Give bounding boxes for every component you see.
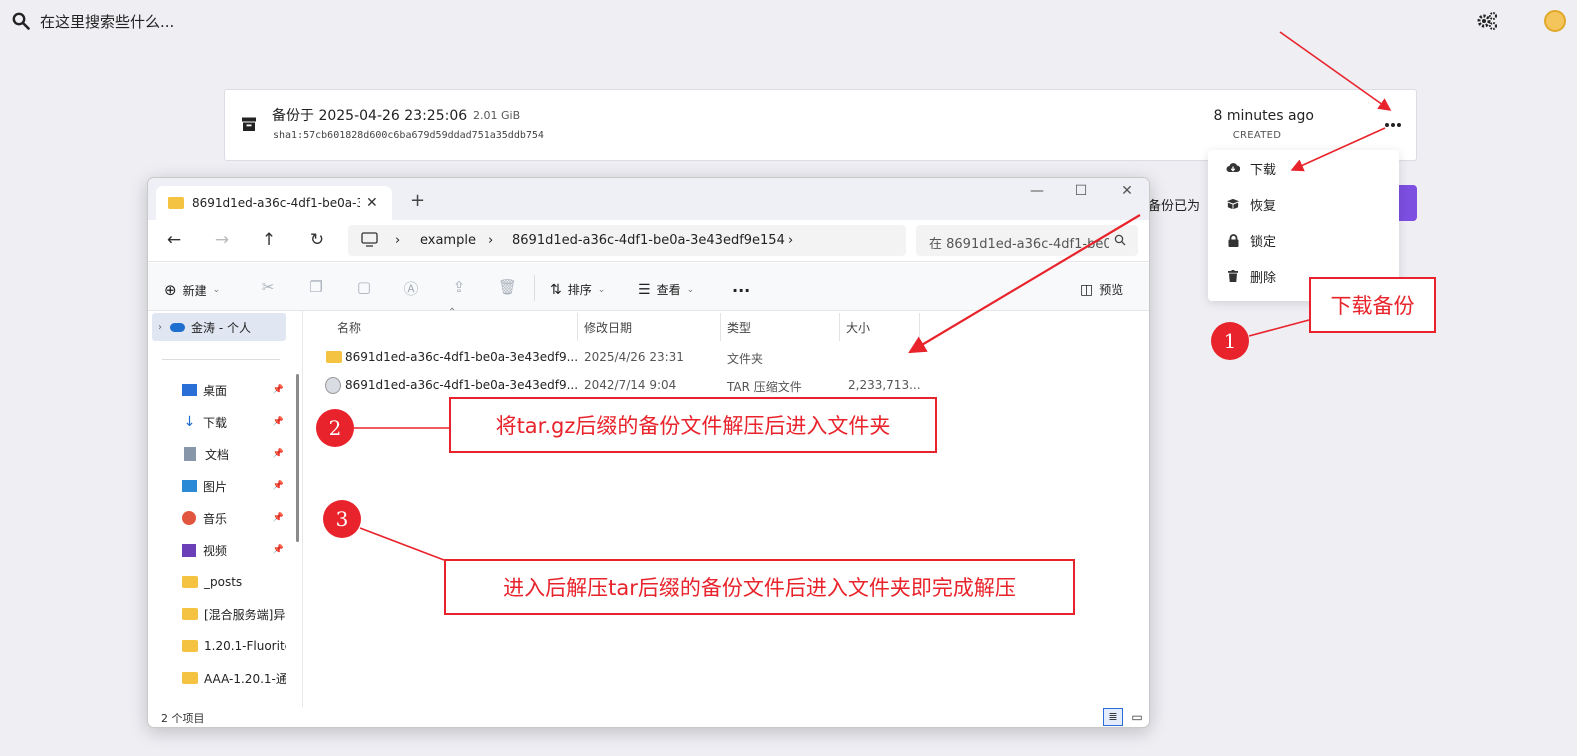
step-2-marker: 2: [316, 409, 354, 447]
step-3-marker: 3: [323, 500, 361, 538]
annotation-arrows: [354, 31, 1392, 561]
step-3-label: 进入后解压tar后缀的备份文件后进入文件夹即完成解压: [444, 559, 1075, 615]
step-2-label: 将tar.gz后缀的备份文件解压后进入文件夹: [449, 397, 937, 453]
step-1-label: 下载备份: [1309, 277, 1436, 333]
step-1-marker: 1: [1211, 322, 1249, 360]
